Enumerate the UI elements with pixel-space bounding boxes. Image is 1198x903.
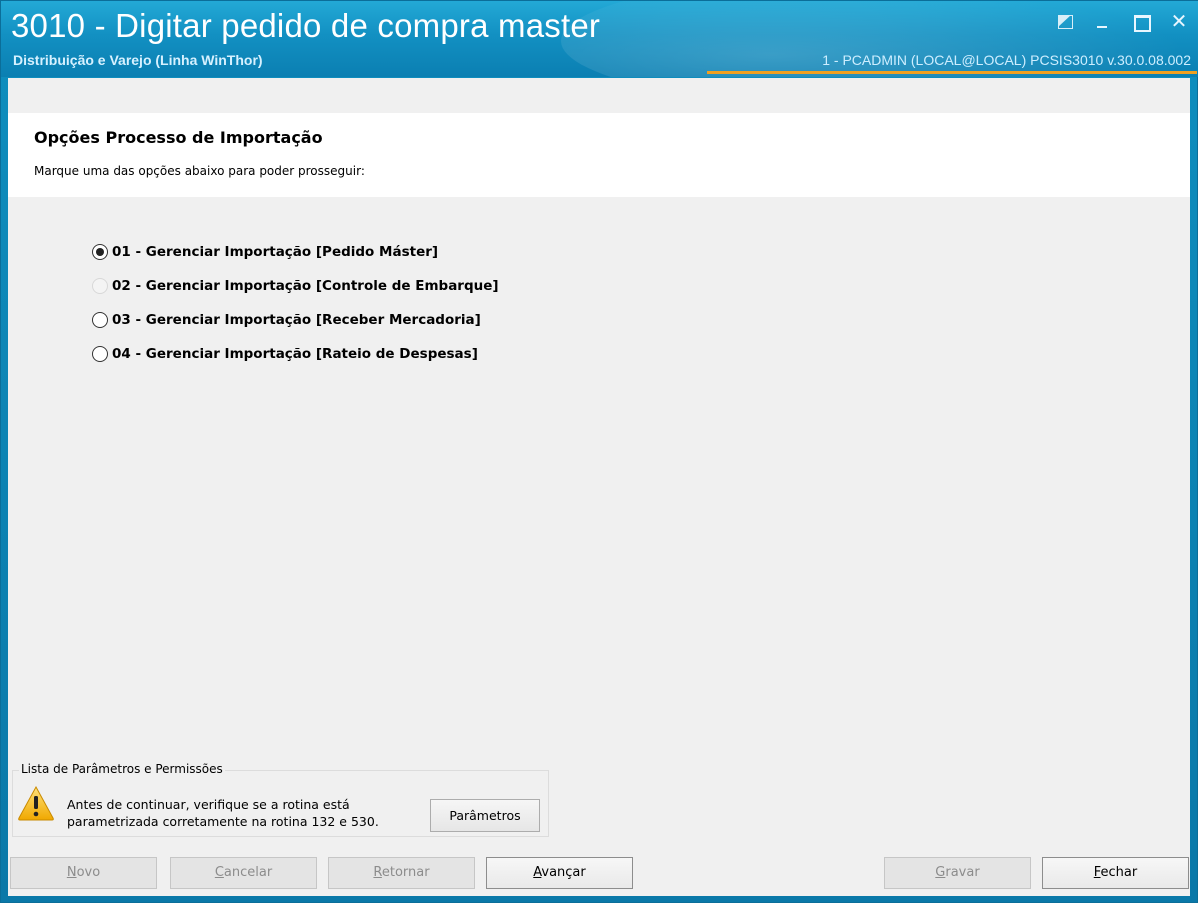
cancelar-label: ancelar (223, 865, 273, 880)
button-bar: Novo Cancelar Retornar Avançar Gravar Fe… (8, 848, 1190, 896)
params-groupbox: Lista de Parâmetros e Permissões Antes d… (12, 762, 549, 837)
radio-disabled-icon (92, 278, 108, 294)
window-subtitle: Distribuição e Varejo (Linha WinThor) (13, 52, 263, 68)
params-message-line2: parametrizada corretamente na rotina 132… (67, 814, 379, 829)
window-title: 3010 - Digitar pedido de compra master (11, 7, 601, 44)
option-label: 04 - Gerenciar Importação [Rateio de Des… (112, 346, 478, 362)
fechar-mnemonic: F (1093, 865, 1101, 880)
avancar-label: vançar (541, 865, 586, 880)
restore-icon[interactable] (1055, 11, 1075, 31)
option-pedido-master[interactable]: 01 - Gerenciar Importação [Pedido Máster… (92, 240, 499, 264)
retornar-mnemonic: R (373, 865, 382, 880)
page-title: Opções Processo de Importação (34, 128, 323, 147)
radio-icon[interactable] (92, 346, 108, 362)
retornar-label: etornar (381, 865, 430, 880)
user-info: 1 - PCADMIN (LOCAL@LOCAL) PCSIS3010 v.30… (822, 52, 1191, 68)
gravar-label: ravar (945, 865, 980, 880)
header-panel: Opções Processo de Importação Marque uma… (8, 113, 1190, 197)
parametros-button[interactable]: Parâmetros (430, 799, 540, 832)
app-window: 3010 - Digitar pedido de compra master D… (0, 0, 1198, 903)
avancar-button[interactable]: Avançar (486, 857, 633, 889)
option-label: 03 - Gerenciar Importação [Receber Merca… (112, 312, 481, 328)
option-receber-mercadoria[interactable]: 03 - Gerenciar Importação [Receber Merca… (92, 308, 499, 332)
gravar-button[interactable]: Gravar (884, 857, 1031, 889)
novo-mnemonic: N (66, 865, 77, 880)
option-label: 01 - Gerenciar Importação [Pedido Máster… (112, 244, 439, 260)
window-controls: ✕ (1055, 11, 1189, 32)
novo-button[interactable]: Novo (10, 857, 157, 889)
radio-selected-icon[interactable] (92, 244, 108, 260)
option-rateio-despesas[interactable]: 04 - Gerenciar Importação [Rateio de Des… (92, 342, 499, 366)
gravar-mnemonic: G (935, 865, 946, 880)
params-message: Antes de continuar, verifique se a rotin… (67, 796, 379, 830)
fechar-label: echar (1100, 865, 1138, 880)
close-icon[interactable]: ✕ (1169, 11, 1189, 31)
warning-icon (18, 785, 54, 821)
radio-icon[interactable] (92, 312, 108, 328)
cancelar-mnemonic: C (214, 865, 224, 880)
title-bar[interactable]: 3010 - Digitar pedido de compra master D… (1, 1, 1198, 77)
client-area: Opções Processo de Importação Marque uma… (8, 78, 1190, 896)
retornar-button[interactable]: Retornar (328, 857, 475, 889)
params-message-line1: Antes de continuar, verifique se a rotin… (67, 797, 350, 812)
page-description: Marque uma das opções abaixo para poder … (34, 164, 365, 178)
accent-line (707, 71, 1197, 74)
option-label: 02 - Gerenciar Importação [Controle de E… (112, 278, 499, 294)
option-controle-embarque: 02 - Gerenciar Importação [Controle de E… (92, 274, 499, 298)
novo-label: ovo (76, 865, 101, 880)
maximize-icon[interactable] (1131, 11, 1151, 32)
params-legend: Lista de Parâmetros e Permissões (19, 762, 225, 776)
import-options: 01 - Gerenciar Importação [Pedido Máster… (92, 240, 499, 376)
fechar-button[interactable]: Fechar (1042, 857, 1189, 889)
cancelar-button[interactable]: Cancelar (170, 857, 317, 889)
minimize-icon[interactable] (1093, 11, 1113, 31)
